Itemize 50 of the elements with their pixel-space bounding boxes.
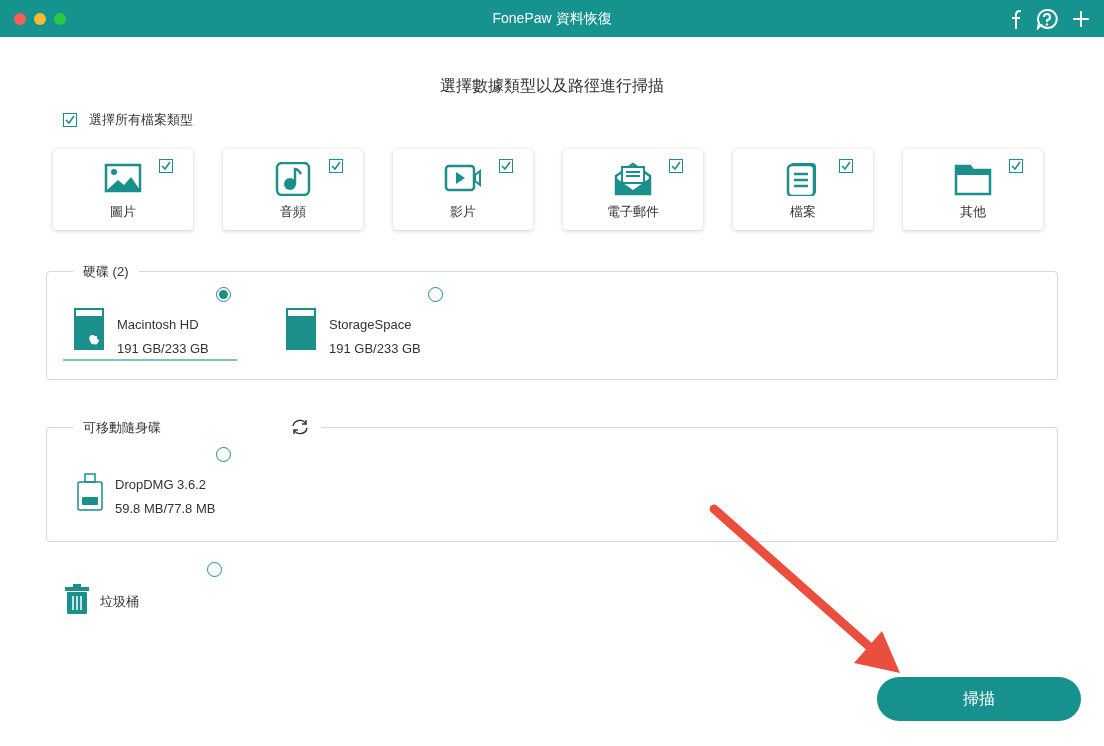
checkbox[interactable] (669, 158, 683, 173)
file-type-card[interactable]: 影片 (393, 148, 533, 230)
checkbox[interactable] (1009, 158, 1023, 173)
file-type-card[interactable]: 圖片 (53, 148, 193, 230)
file-type-label: 圖片 (110, 202, 136, 221)
radio-button[interactable] (216, 447, 231, 462)
file-type-label: 音頻 (280, 202, 306, 221)
radio-button[interactable] (207, 561, 222, 577)
drive-size: 59.8 MB/77.8 MB (115, 499, 216, 518)
radio-button[interactable] (428, 287, 443, 302)
drive-name: Macintosh HD (117, 316, 200, 334)
file-type-label: 電子郵件 (607, 202, 659, 221)
drive-item[interactable]: DropDMG 3.6.2 59.8 MB/77.8 MB (63, 447, 237, 521)
music-note-icon (274, 161, 312, 196)
trash-label: 垃圾桶 (100, 593, 139, 611)
checkbox[interactable] (63, 112, 77, 127)
hard-drive-icon (73, 307, 105, 351)
drive-item[interactable]: StorageSpace 191 GB/233 GB (275, 287, 449, 361)
drive-size: 191 GB/233 GB (117, 339, 209, 358)
checkbox[interactable] (839, 158, 853, 173)
facebook-icon (1010, 8, 1022, 29)
checkbox[interactable] (159, 158, 173, 173)
help-icon (1036, 7, 1058, 30)
window-title: FonePaw 資料恢復 (492, 9, 612, 28)
file-type-card[interactable]: 檔案 (733, 148, 873, 230)
file-type-label: 檔案 (790, 202, 816, 221)
file-type-label: 影片 (450, 202, 476, 221)
section-title: 硬碟 (2) (83, 262, 129, 281)
file-type-label: 其他 (960, 202, 986, 221)
radio-button[interactable] (216, 287, 231, 302)
checkbox[interactable] (499, 158, 513, 173)
drive-name: DropDMG 3.6.2 (115, 476, 208, 494)
drive-size: 191 GB/233 GB (329, 339, 421, 358)
drive-name: StorageSpace (329, 316, 413, 334)
page-heading: 選擇數據類型以及路徑進行掃描 (439, 76, 665, 96)
section-title: 可移動隨身碟 (83, 418, 161, 437)
checkbox[interactable] (329, 158, 343, 173)
envelope-icon (614, 161, 652, 196)
minimize-button[interactable] (34, 12, 46, 25)
trash-item[interactable]: 垃圾桶 (64, 561, 238, 616)
checkbox-label: 選擇所有檔案類型 (89, 111, 193, 129)
trash-icon (64, 583, 90, 614)
file-type-card[interactable]: 電子郵件 (563, 148, 703, 230)
hard-drive-icon (285, 307, 317, 351)
refresh-icon[interactable] (289, 418, 311, 437)
file-type-card[interactable]: 其他 (903, 148, 1043, 230)
drive-item[interactable]: Macintosh HD 191 GB/233 GB (63, 287, 237, 361)
plus-icon (1072, 9, 1090, 28)
file-type-card[interactable]: 音頻 (223, 148, 363, 230)
scan-button[interactable]: 掃描 (877, 677, 1081, 721)
